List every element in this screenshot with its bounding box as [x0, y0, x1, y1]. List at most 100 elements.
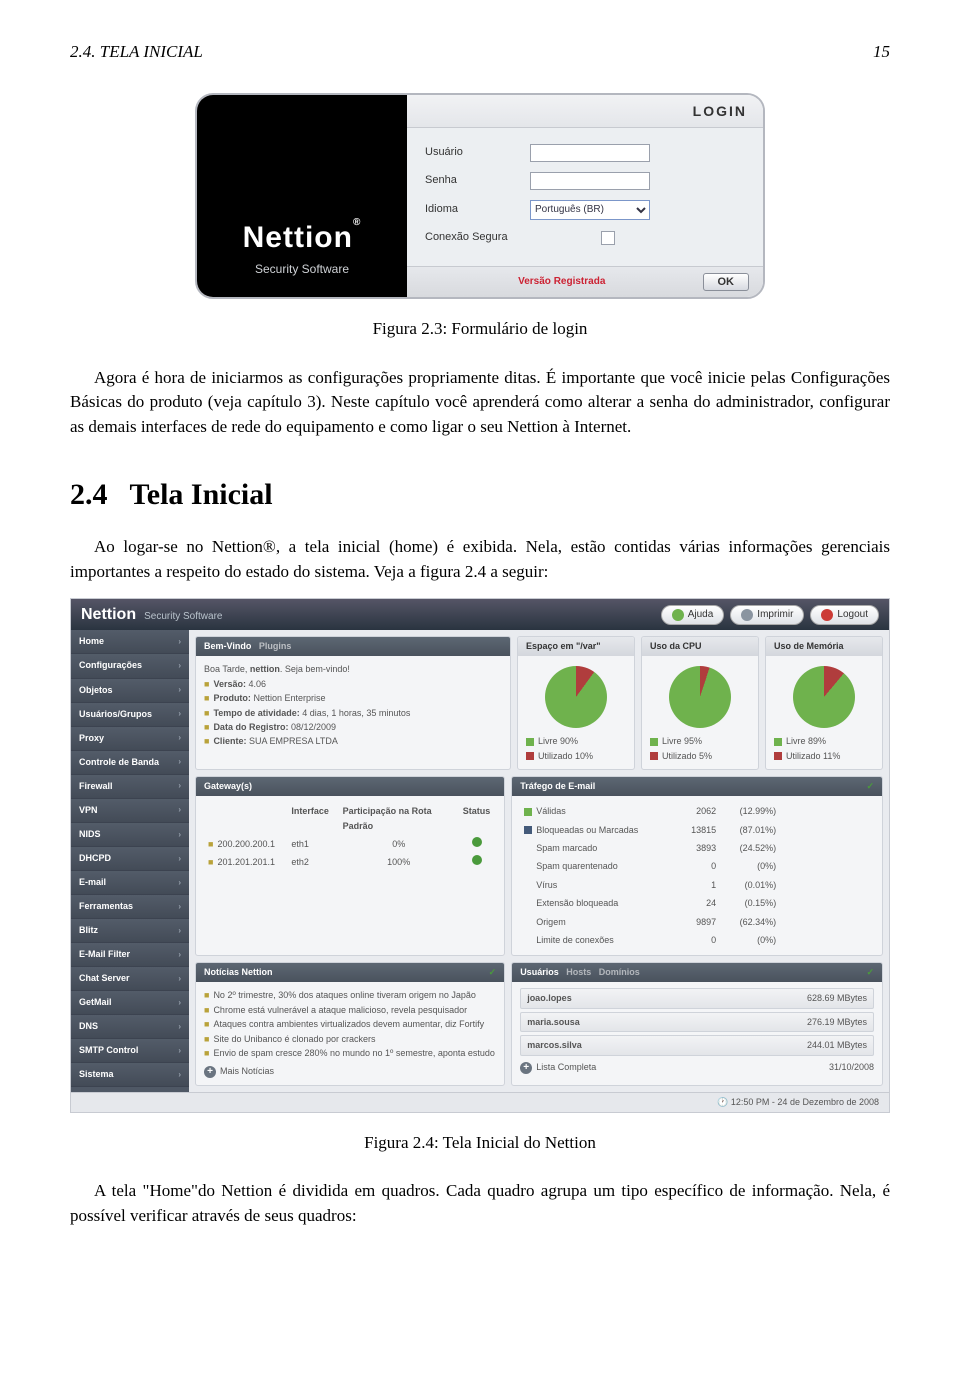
gauge-panel: Uso da CPULivre 95%Utilizado 5%: [641, 636, 759, 770]
sidebar-item[interactable]: GetMail›: [71, 991, 189, 1015]
news-item[interactable]: ■Ataques contra ambientes virtualizados …: [204, 1017, 496, 1031]
chevron-right-icon: ›: [178, 1045, 181, 1057]
clock-icon: 🕐: [717, 1097, 728, 1107]
dash-brand-sub: Security Software: [144, 610, 222, 625]
gauge-used: Utilizado 5%: [650, 749, 750, 763]
sidebar-item[interactable]: DHCPD›: [71, 847, 189, 871]
gauge-panel: Espaço em "/var"Livre 90%Utilizado 10%: [517, 636, 635, 770]
login-brand-sub: Security Software: [255, 261, 349, 278]
user-row[interactable]: joao.lopes628.69 MBytes: [520, 988, 874, 1008]
news-item[interactable]: ■Chrome está vulnerável a ataque malicio…: [204, 1003, 496, 1017]
figure-2-4-caption: Figura 2.4: Tela Inicial do Nettion: [70, 1131, 890, 1156]
sidebar-item[interactable]: Ferramentas›: [71, 895, 189, 919]
help-icon: [672, 609, 684, 621]
login-logo-panel: Nettion® Security Software: [197, 95, 407, 297]
plus-icon: +: [520, 1062, 532, 1074]
sidebar-item[interactable]: NIDS›: [71, 823, 189, 847]
sidebar-item[interactable]: Home›: [71, 630, 189, 654]
sidebar-item[interactable]: VPN›: [71, 799, 189, 823]
tab-bemvindo[interactable]: Bem-Vindo: [204, 641, 251, 651]
welcome-line: ■Versão: 4.06: [204, 677, 502, 691]
gateways-panel: Gateway(s) Interface Participação na Rot…: [195, 776, 505, 956]
sidebar-item[interactable]: Proxy›: [71, 727, 189, 751]
welcome-line: ■Cliente: SUA EMPRESA LTDA: [204, 734, 502, 748]
email-stat-row: Bloqueadas ou Marcadas13815(87.01%): [520, 821, 874, 839]
news-item[interactable]: ■Envio de spam cresce 280% no mundo no 1…: [204, 1046, 496, 1060]
login-user-label: Usuário: [425, 145, 530, 161]
welcome-panel: Bem-Vindo Plugins Boa Tarde, nettion. Se…: [195, 636, 511, 770]
sidebar-item[interactable]: Chat Server›: [71, 967, 189, 991]
sidebar-item[interactable]: Objetos›: [71, 679, 189, 703]
gauge-free: Livre 89%: [774, 734, 874, 748]
user-row[interactable]: maria.sousa276.19 MBytes: [520, 1012, 874, 1032]
gauge-panel: Uso de MemóriaLivre 89%Utilizado 11%: [765, 636, 883, 770]
sidebar-item[interactable]: Firewall›: [71, 775, 189, 799]
list-all-link[interactable]: +Lista Completa: [520, 1060, 596, 1074]
login-pass-label: Senha: [425, 173, 530, 189]
gauge-used: Utilizado 10%: [526, 749, 626, 763]
welcome-line: ■Tempo de atividade: 4 dias, 1 horas, 35…: [204, 706, 502, 720]
email-stat-row: Extensão bloqueada24(0.15%): [520, 894, 874, 912]
sidebar-item[interactable]: Controle de Banda›: [71, 751, 189, 775]
pie-chart: [793, 666, 855, 728]
sidebar-item[interactable]: Blitz›: [71, 919, 189, 943]
status-dot-icon: [472, 855, 482, 865]
login-pass-input[interactable]: [530, 172, 650, 190]
dash-sidebar: Home›Configurações›Objetos›Usuários/Grup…: [71, 630, 189, 1091]
login-brand: Nettion: [243, 221, 353, 254]
gauge-title: Espaço em "/var": [518, 637, 634, 656]
print-button[interactable]: Imprimir: [730, 605, 804, 626]
section-ref: 2.4. TELA INICIAL: [70, 40, 203, 65]
user-row[interactable]: marcos.silva244.01 MBytes: [520, 1035, 874, 1055]
email-stat-row: Válidas2062(12.99%): [520, 802, 874, 820]
login-lang-select[interactable]: Português (BR): [530, 200, 650, 220]
tab-dominios[interactable]: Domínios: [599, 967, 640, 977]
sidebar-item[interactable]: E-Mail Filter›: [71, 943, 189, 967]
dash-statusbar: 🕐 12:50 PM - 24 de Dezembro de 2008: [71, 1092, 889, 1112]
gateway-row: ■200.200.200.1eth10%: [204, 835, 496, 853]
chevron-right-icon: ›: [178, 660, 181, 672]
chevron-right-icon: ›: [178, 997, 181, 1009]
welcome-tabs: Bem-Vindo Plugins: [196, 637, 510, 656]
login-ok-button[interactable]: OK: [703, 273, 750, 291]
welcome-line: ■Produto: Nettion Enterprise: [204, 691, 502, 705]
chevron-right-icon: ›: [178, 973, 181, 985]
dash-topbar: Nettion Security Software Ajuda Imprimir…: [71, 599, 889, 630]
login-lang-label: Idioma: [425, 202, 530, 218]
tab-usuarios[interactable]: Usuários: [520, 967, 559, 977]
gateways-title: Gateway(s): [196, 777, 504, 796]
chevron-right-icon: ›: [178, 901, 181, 913]
status-dot-icon: [472, 837, 482, 847]
news-item[interactable]: ■Site do Unibanco é clonado por crackers: [204, 1032, 496, 1046]
check-icon: ✓: [489, 966, 497, 979]
tab-plugins[interactable]: Plugins: [259, 641, 292, 651]
paragraph-2: Ao logar-se no Nettion®, a tela inicial …: [70, 535, 890, 584]
sidebar-item[interactable]: Configurações›: [71, 654, 189, 678]
chevron-right-icon: ›: [178, 925, 181, 937]
chevron-right-icon: ›: [178, 732, 181, 744]
login-secure-checkbox[interactable]: [601, 231, 615, 245]
tab-hosts[interactable]: Hosts: [566, 967, 591, 977]
page-number: 15: [873, 40, 890, 65]
chevron-right-icon: ›: [178, 853, 181, 865]
news-item[interactable]: ■No 2º trimestre, 30% dos ataques online…: [204, 988, 496, 1002]
more-news-link[interactable]: +Mais Notícias: [204, 1064, 496, 1078]
chevron-right-icon: ›: [178, 636, 181, 648]
sidebar-item[interactable]: E-mail›: [71, 871, 189, 895]
chevron-right-icon: ›: [178, 1069, 181, 1081]
sidebar-item[interactable]: Usuários/Grupos›: [71, 703, 189, 727]
sidebar-item[interactable]: SMTP Control›: [71, 1039, 189, 1063]
email-stat-row: Spam quarentenado0(0%): [520, 857, 874, 875]
login-figure: Nettion® Security Software LOGIN Usuário…: [195, 93, 765, 299]
login-user-input[interactable]: [530, 144, 650, 162]
page-header: 2.4. TELA INICIAL 15: [70, 40, 890, 65]
chevron-right-icon: ›: [178, 684, 181, 696]
chevron-right-icon: ›: [178, 708, 181, 720]
news-title: Notícias Nettion✓: [196, 963, 504, 982]
logout-button[interactable]: Logout: [810, 605, 879, 626]
sidebar-item[interactable]: DNS›: [71, 1015, 189, 1039]
login-title: LOGIN: [407, 95, 763, 128]
help-button[interactable]: Ajuda: [661, 605, 725, 626]
chevron-right-icon: ›: [178, 756, 181, 768]
sidebar-item[interactable]: Sistema›: [71, 1063, 189, 1087]
